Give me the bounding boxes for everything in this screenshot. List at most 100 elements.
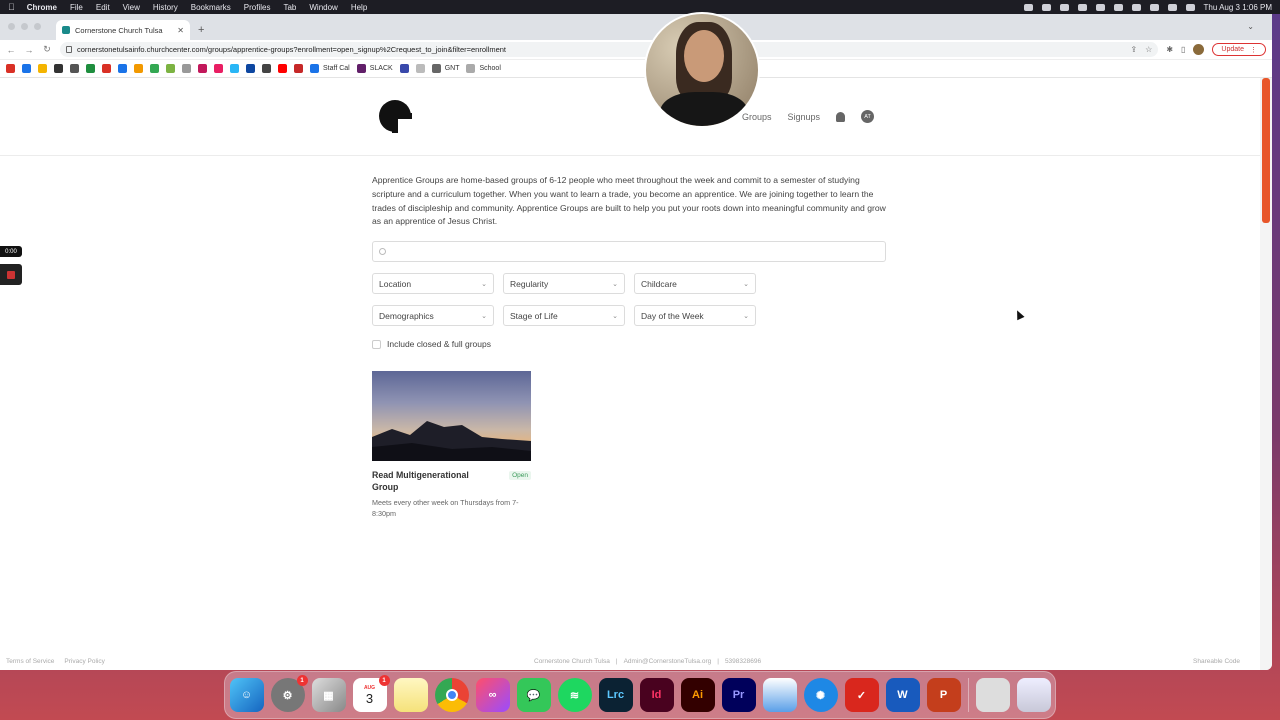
bookmark-icon[interactable] [214,64,223,73]
zoom-window-button[interactable] [34,23,41,30]
scrollbar-thumb[interactable] [1262,78,1270,223]
filter-day-of-week[interactable]: Day of the Week ⌄ [634,305,756,327]
bookmark-icon[interactable] [246,64,255,73]
menu-bookmarks[interactable]: Bookmarks [191,3,231,12]
privacy-link[interactable]: Privacy Policy [64,658,104,665]
filter-childcare[interactable]: Childcare ⌄ [634,273,756,295]
new-tab-icon[interactable]: + [198,24,204,36]
illustrator-icon[interactable]: Ai [680,678,715,712]
profile-avatar[interactable] [1193,44,1205,55]
bookmark-icon[interactable] [70,64,79,73]
extensions-icon[interactable]: ✱ [1166,45,1173,54]
shareable-code-link[interactable]: Shareable Code [1193,658,1240,665]
word-icon[interactable]: W [885,678,920,712]
update-button[interactable]: Update ⋮ [1212,43,1266,56]
user-avatar[interactable]: AT [861,110,875,123]
indesign-icon[interactable]: Id [639,678,674,712]
bookmark-icon[interactable] [38,64,47,73]
siri-icon[interactable] [1185,3,1195,11]
youtube-bookmark-icon[interactable] [278,64,287,73]
spotlight-icon[interactable] [1149,3,1159,11]
bluetooth-icon[interactable] [1113,3,1123,11]
back-icon[interactable]: ← [6,45,16,55]
footer-phone[interactable]: 5398328696 [725,658,761,665]
apple-icon[interactable]:  [8,2,15,12]
bookmark-star-icon[interactable]: ☆ [1145,45,1152,54]
filter-regularity[interactable]: Regularity ⌄ [503,273,625,295]
bookmark-icon[interactable] [118,64,127,73]
bookmark-staff-cal[interactable]: Staff Cal [310,64,350,73]
creative-cloud-icon[interactable]: ∞ [475,678,510,712]
lock-icon[interactable] [66,46,72,53]
menubar-clock[interactable]: Thu Aug 3 1:06 PM [1204,3,1273,12]
bookmark-icon[interactable] [230,64,239,73]
drive-bookmark-icon[interactable] [22,64,31,73]
close-tab-icon[interactable]: ✕ [177,26,184,35]
footer-email[interactable]: Admin@CornerstoneTulsa.org [624,658,712,665]
bookmark-school-folder[interactable]: School [466,64,501,73]
address-bar[interactable]: cornerstonetulsainfo.churchcenter.com/gr… [60,42,1159,57]
chrome-icon[interactable] [434,678,469,712]
group-card[interactable]: Read Multigenerational Group Open Meets … [372,371,531,519]
bookmark-icon[interactable] [262,64,271,73]
bookmark-icon[interactable] [399,64,409,73]
minimize-window-button[interactable] [21,23,28,30]
group-title[interactable]: Read Multigenerational Group [372,469,482,493]
moon-icon[interactable] [1059,3,1069,11]
trash-icon[interactable] [1016,678,1051,712]
bookmark-icon[interactable] [86,64,95,73]
stop-recording-button[interactable] [0,264,22,285]
gear-status-icon[interactable] [1023,3,1033,11]
url-text[interactable]: cornerstonetulsainfo.churchcenter.com/gr… [77,45,1125,54]
bookmark-icon[interactable] [54,64,63,73]
powerpoint-icon[interactable]: P [926,678,961,712]
include-closed-row[interactable]: Include closed & full groups [372,339,886,349]
forward-icon[interactable]: → [24,45,34,55]
filter-stage-of-life[interactable]: Stage of Life ⌄ [503,305,625,327]
launchpad-icon[interactable]: ▦ [311,678,346,712]
include-closed-label[interactable]: Include closed & full groups [387,339,491,349]
nav-signups[interactable]: Signups [788,112,821,122]
terms-link[interactable]: Terms of Service [6,658,54,665]
keynote-icon[interactable] [762,678,797,712]
bookmark-icon[interactable] [150,64,159,73]
finder-icon[interactable]: ☺ [229,678,264,712]
webcam-overlay[interactable] [644,12,760,128]
browser-tab[interactable]: Cornerstone Church Tulsa ✕ [56,20,190,40]
flag-icon[interactable] [1077,3,1087,11]
group-card-image[interactable] [372,371,531,462]
bookmark-icon[interactable] [102,64,111,73]
spotify-icon[interactable]: ≋ [557,678,592,712]
tab-search-chevron-icon[interactable]: ⌄ [1247,22,1254,31]
share-icon[interactable]: ⇪ [1130,45,1137,54]
close-window-button[interactable] [8,23,15,30]
bookmark-icon[interactable] [134,64,143,73]
search-input[interactable] [372,241,886,263]
church-logo-icon[interactable] [378,99,412,133]
downloads-stack-icon[interactable] [975,678,1010,712]
menu-tab[interactable]: Tab [283,3,296,12]
premiere-icon[interactable]: Pr [721,678,756,712]
messages-icon[interactable]: 💬 [516,678,551,712]
bookmark-icon[interactable] [166,64,175,73]
notes-icon[interactable] [393,678,428,712]
menu-help[interactable]: Help [351,3,367,12]
menu-edit[interactable]: Edit [96,3,110,12]
acrobat-icon[interactable]: ✓ [844,678,879,712]
wifi-icon[interactable] [1131,3,1141,11]
menu-history[interactable]: History [153,3,178,12]
page-scrollbar[interactable] [1260,78,1272,670]
sidepanel-icon[interactable]: ▯ [1181,45,1185,54]
gmail-bookmark-icon[interactable] [6,64,15,73]
menu-file[interactable]: File [70,3,83,12]
bell-icon[interactable] [836,111,846,122]
bookmark-icon[interactable] [415,64,425,73]
menu-chrome[interactable]: Chrome [27,3,57,12]
menu-window[interactable]: Window [309,3,337,12]
bookmark-icon[interactable] [198,64,207,73]
app-icon[interactable]: ✺ [803,678,838,712]
bookmark-icon[interactable] [294,64,303,73]
filter-demographics[interactable]: Demographics ⌄ [372,305,494,327]
menu-profiles[interactable]: Profiles [244,3,271,12]
include-closed-checkbox[interactable] [372,339,381,349]
